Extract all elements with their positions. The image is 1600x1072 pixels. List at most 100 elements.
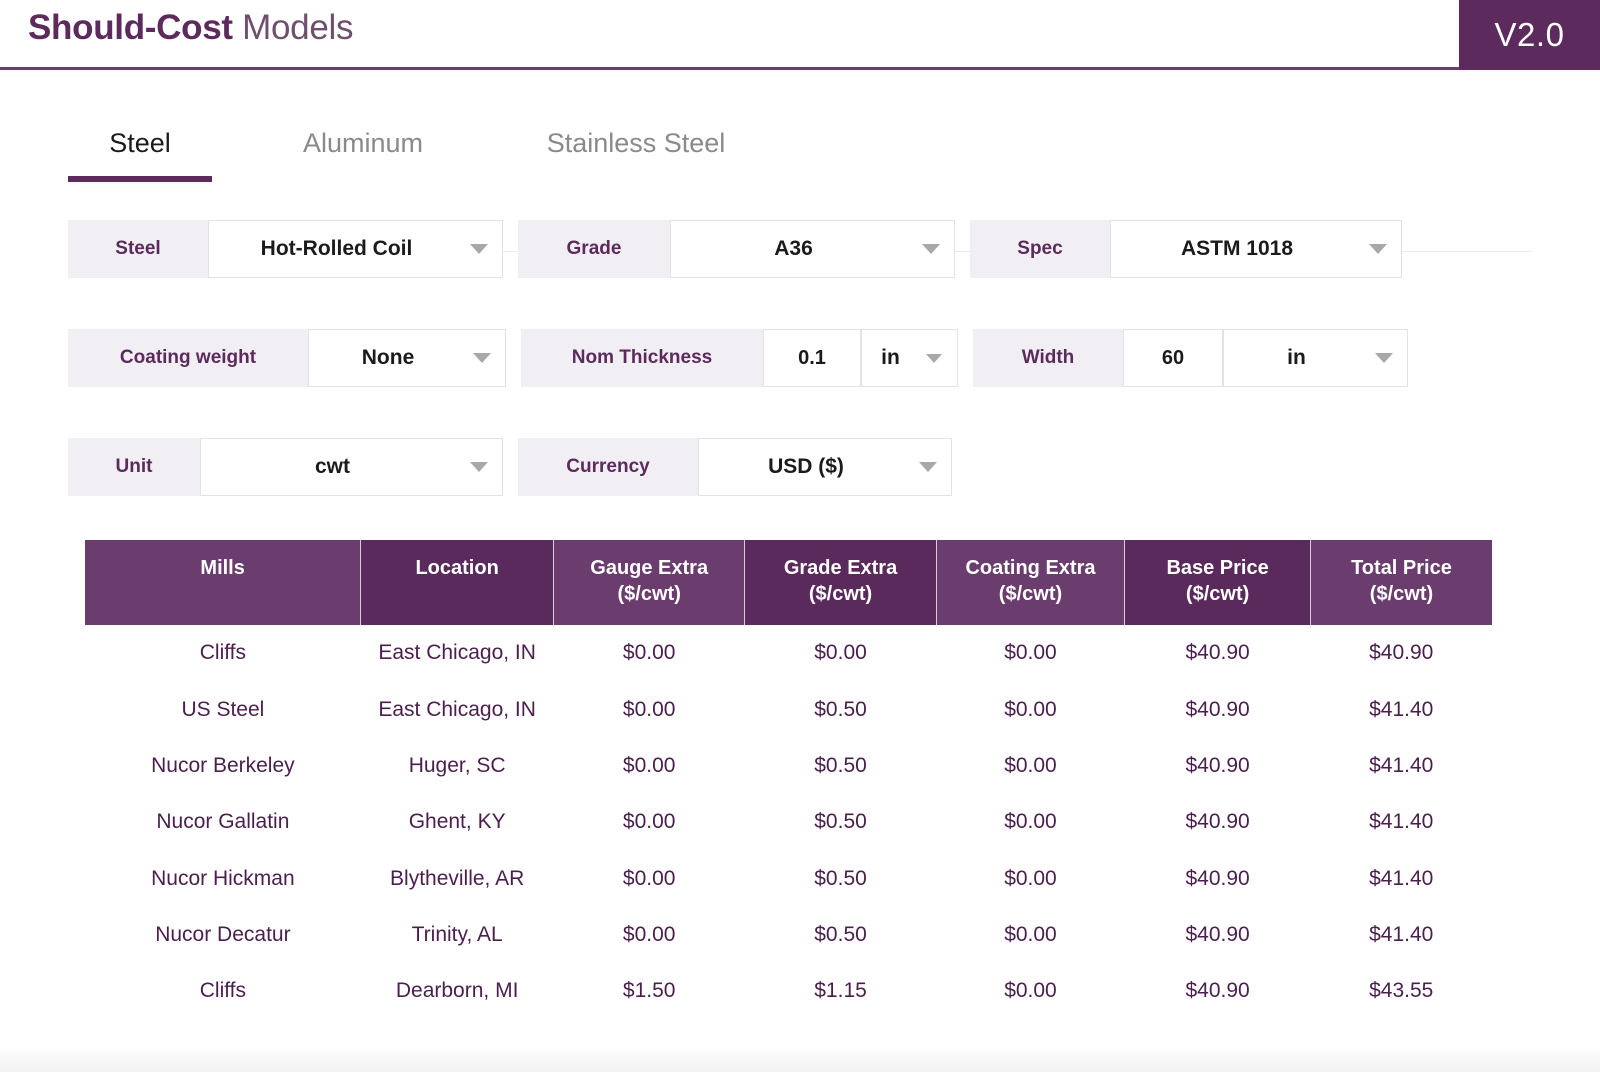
table-row[interactable]: US Steel East Chicago, IN $0.00 $0.50 $0…: [85, 682, 1492, 738]
column-header-gauge-extra[interactable]: Gauge Extra ($/cwt): [554, 540, 745, 625]
cell-coating-extra: $0.00: [936, 794, 1125, 850]
cell-coating-extra: $0.00: [936, 907, 1125, 963]
cell-coating-extra: $0.00: [936, 625, 1125, 681]
chevron-down-icon[interactable]: [916, 243, 946, 255]
column-header-coating-extra[interactable]: Coating Extra ($/cwt): [936, 540, 1125, 625]
field-nom-thickness-unit-value: in: [862, 346, 919, 370]
cell-mill: Cliffs: [85, 963, 361, 1019]
cell-gauge-extra: $0.00: [554, 851, 745, 907]
form-row-2: Coating weight None Nom Thickness 0.1 in: [68, 329, 1532, 387]
chevron-down-icon[interactable]: [1363, 243, 1393, 255]
table-row[interactable]: Nucor Hickman Blytheville, AR $0.00 $0.5…: [85, 851, 1492, 907]
tab-stainless-steel[interactable]: Stainless Steel: [516, 70, 756, 182]
chevron-down-icon[interactable]: [464, 243, 494, 255]
configuration-form: Steel Hot-Rolled Coil Grade A36: [0, 182, 1600, 496]
field-width-value: 60: [1124, 347, 1222, 370]
column-header-coating-extra-unit: ($/cwt): [947, 582, 1115, 608]
field-coating-weight: Coating weight None: [68, 329, 506, 387]
field-steel: Steel Hot-Rolled Coil: [68, 220, 503, 278]
field-width-unit-select[interactable]: in: [1223, 329, 1408, 387]
cell-location: East Chicago, IN: [361, 625, 554, 681]
cell-coating-extra: $0.00: [936, 682, 1125, 738]
cell-location: Dearborn, MI: [361, 963, 554, 1019]
field-width: Width 60 in: [973, 329, 1408, 387]
column-header-grade-extra-unit: ($/cwt): [755, 582, 925, 608]
tab-steel-label: Steel: [109, 128, 171, 158]
table-header-row: Mills Location Gauge Extra ($/cwt) Grade…: [85, 540, 1492, 625]
cell-total-price: $41.40: [1310, 794, 1492, 850]
chevron-down-icon[interactable]: [913, 461, 943, 473]
form-row-3: Unit cwt Currency USD ($): [68, 438, 1532, 496]
field-grade-select[interactable]: A36: [670, 220, 955, 278]
field-steel-select[interactable]: Hot-Rolled Coil: [208, 220, 503, 278]
field-nom-thickness-value: 0.1: [764, 347, 860, 370]
chevron-down-icon[interactable]: [919, 353, 949, 364]
cell-base-price: $40.90: [1125, 963, 1311, 1019]
field-nom-thickness-label: Nom Thickness: [521, 329, 763, 387]
column-header-base-price-title: Base Price: [1135, 556, 1300, 582]
cell-mill: Cliffs: [85, 625, 361, 681]
field-currency-select[interactable]: USD ($): [698, 438, 952, 496]
cell-grade-extra: $0.50: [745, 907, 936, 963]
column-header-total-price-unit: ($/cwt): [1321, 582, 1482, 608]
tab-steel[interactable]: Steel: [68, 70, 212, 182]
column-header-coating-extra-title: Coating Extra: [947, 556, 1115, 582]
cell-grade-extra: $0.50: [745, 794, 936, 850]
cell-coating-extra: $0.00: [936, 738, 1125, 794]
table-row[interactable]: Cliffs Dearborn, MI $1.50 $1.15 $0.00 $4…: [85, 963, 1492, 1019]
field-currency-value: USD ($): [699, 455, 913, 479]
cell-mill: Nucor Gallatin: [85, 794, 361, 850]
cell-gauge-extra: $0.00: [554, 625, 745, 681]
field-width-unit-value: in: [1224, 346, 1369, 370]
cell-location: Trinity, AL: [361, 907, 554, 963]
cell-total-price: $41.40: [1310, 851, 1492, 907]
column-header-base-price[interactable]: Base Price ($/cwt): [1125, 540, 1311, 625]
cell-total-price: $40.90: [1310, 625, 1492, 681]
cell-grade-extra: $0.50: [745, 738, 936, 794]
field-nom-thickness-input[interactable]: 0.1: [763, 329, 861, 387]
field-nom-thickness: Nom Thickness 0.1 in: [521, 329, 958, 387]
table-row[interactable]: Nucor Berkeley Huger, SC $0.00 $0.50 $0.…: [85, 738, 1492, 794]
cell-base-price: $40.90: [1125, 738, 1311, 794]
column-header-location-title: Location: [371, 556, 543, 582]
cell-base-price: $40.90: [1125, 625, 1311, 681]
field-spec-value: ASTM 1018: [1111, 237, 1363, 261]
field-unit-select[interactable]: cwt: [200, 438, 503, 496]
field-currency-label: Currency: [518, 438, 698, 496]
cell-location: Blytheville, AR: [361, 851, 554, 907]
field-unit: Unit cwt: [68, 438, 503, 496]
cell-location: East Chicago, IN: [361, 682, 554, 738]
field-spec-select[interactable]: ASTM 1018: [1110, 220, 1402, 278]
tab-aluminum[interactable]: Aluminum: [264, 70, 462, 182]
column-header-location[interactable]: Location: [361, 540, 554, 625]
cell-base-price: $40.90: [1125, 794, 1311, 850]
cell-total-price: $43.55: [1310, 963, 1492, 1019]
table-row[interactable]: Cliffs East Chicago, IN $0.00 $0.00 $0.0…: [85, 625, 1492, 681]
field-grade-label: Grade: [518, 220, 670, 278]
table-row[interactable]: Nucor Decatur Trinity, AL $0.00 $0.50 $0…: [85, 907, 1492, 963]
cell-mill: Nucor Hickman: [85, 851, 361, 907]
cell-base-price: $40.90: [1125, 851, 1311, 907]
cell-coating-extra: $0.00: [936, 963, 1125, 1019]
tab-aluminum-label: Aluminum: [303, 128, 423, 158]
field-coating-weight-select[interactable]: None: [308, 329, 506, 387]
version-badge: V2.0: [1459, 0, 1600, 70]
column-header-mills[interactable]: Mills: [85, 540, 361, 625]
field-nom-thickness-unit-select[interactable]: in: [861, 329, 958, 387]
field-width-input[interactable]: 60: [1123, 329, 1223, 387]
chevron-down-icon[interactable]: [467, 352, 497, 364]
cell-mill: Nucor Berkeley: [85, 738, 361, 794]
chevron-down-icon[interactable]: [1369, 352, 1399, 364]
field-width-label: Width: [973, 329, 1123, 387]
column-header-total-price-title: Total Price: [1321, 556, 1482, 582]
column-header-base-price-unit: ($/cwt): [1135, 582, 1300, 608]
cell-gauge-extra: $1.50: [554, 963, 745, 1019]
cell-base-price: $40.90: [1125, 682, 1311, 738]
cell-location: Huger, SC: [361, 738, 554, 794]
cell-coating-extra: $0.00: [936, 851, 1125, 907]
field-grade-value: A36: [671, 237, 916, 261]
table-row[interactable]: Nucor Gallatin Ghent, KY $0.00 $0.50 $0.…: [85, 794, 1492, 850]
column-header-grade-extra[interactable]: Grade Extra ($/cwt): [745, 540, 936, 625]
column-header-total-price[interactable]: Total Price ($/cwt): [1310, 540, 1492, 625]
chevron-down-icon[interactable]: [464, 461, 494, 473]
